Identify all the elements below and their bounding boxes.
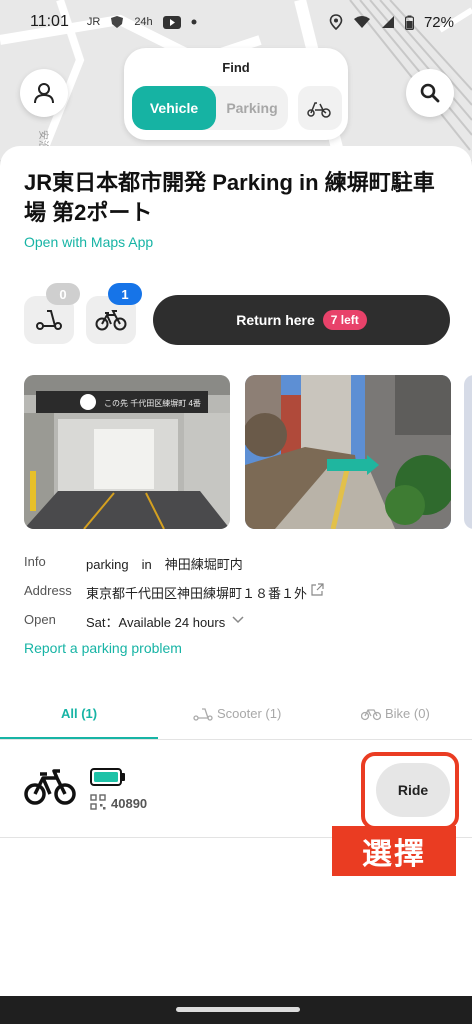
tab-bike[interactable]: Bike (0) bbox=[361, 706, 430, 721]
scooter-count-badge: 0 bbox=[46, 283, 80, 305]
profile-button[interactable] bbox=[20, 69, 68, 117]
garage-sign-text: この先 千代田区練塀町 4番 bbox=[104, 398, 201, 408]
find-title: Find bbox=[222, 60, 250, 75]
chevron-down-icon bbox=[232, 616, 244, 624]
search-button[interactable] bbox=[406, 69, 454, 117]
parking-photo-more[interactable] bbox=[464, 375, 472, 529]
external-link-icon bbox=[311, 583, 324, 596]
tab-scooter-label: Scooter (1) bbox=[217, 706, 282, 721]
bike-count-badge: 1 bbox=[108, 283, 142, 305]
vehicle-tabs: All (1) Scooter (1) Bike (0) bbox=[0, 694, 472, 740]
return-here-label: Return here bbox=[236, 312, 315, 328]
bike-icon bbox=[361, 708, 381, 720]
open-maps-link[interactable]: Open with Maps App bbox=[24, 234, 153, 250]
parking-photo-street[interactable] bbox=[245, 375, 451, 529]
info-value: parking in 神田練堀町内 bbox=[86, 557, 243, 572]
tab-scooter[interactable]: Scooter (1) bbox=[193, 706, 281, 721]
ride-button[interactable]: Ride bbox=[376, 763, 450, 817]
notification-shield-icon bbox=[111, 16, 124, 28]
location-icon bbox=[329, 14, 343, 30]
dot-icon bbox=[191, 19, 197, 25]
tab-all[interactable]: All (1) bbox=[61, 706, 97, 721]
youtube-icon bbox=[162, 15, 181, 29]
wifi-icon bbox=[353, 16, 370, 28]
info-row: Info parking in 神田練堀町内 bbox=[24, 554, 243, 573]
report-problem-link[interactable]: Report a parking problem bbox=[24, 640, 182, 656]
system-navigation-bar bbox=[0, 996, 472, 1024]
signal-icon bbox=[381, 16, 394, 28]
vehicle-tab[interactable]: Vehicle bbox=[132, 86, 216, 130]
scooter-bike-icon bbox=[307, 102, 331, 118]
home-gesture-handle[interactable] bbox=[176, 1007, 300, 1012]
open-label: Open bbox=[24, 612, 56, 627]
scooter-count-button[interactable]: 0 bbox=[24, 283, 80, 344]
tab-all-label: All (1) bbox=[61, 706, 98, 721]
find-mode-toggle: Vehicle Parking bbox=[132, 86, 288, 130]
info-label: Info bbox=[24, 554, 46, 569]
clock: 11:01 bbox=[30, 13, 69, 30]
battery-icon bbox=[404, 15, 414, 30]
vehicle-filter-button[interactable] bbox=[298, 86, 342, 130]
status-bar: 11:01 JR 24h 72% bbox=[0, 0, 472, 44]
notification-jr-icon: JR bbox=[86, 16, 101, 28]
find-panel: Find Vehicle Parking bbox=[124, 48, 348, 140]
scooter-icon bbox=[36, 310, 62, 330]
bike-icon bbox=[95, 310, 127, 331]
bike-icon bbox=[24, 769, 76, 805]
search-icon bbox=[420, 83, 440, 103]
open-hours-row[interactable]: Open Sat：Available 24 hours bbox=[24, 612, 245, 631]
return-here-button[interactable]: Return here 7 left bbox=[153, 295, 450, 345]
parking-photo-garage[interactable]: この先 千代田区練塀町 4番 bbox=[24, 375, 230, 529]
active-tab-indicator bbox=[0, 737, 158, 739]
battery-percentage: 72% bbox=[423, 13, 454, 31]
select-annotation-label: 選擇 bbox=[332, 826, 456, 876]
vehicle-id: 40890 bbox=[111, 796, 148, 811]
parking-tab[interactable]: Parking bbox=[216, 100, 288, 116]
qr-code-icon bbox=[90, 794, 106, 810]
bike-count-button[interactable]: 1 bbox=[86, 283, 142, 344]
scooter-icon bbox=[193, 707, 213, 721]
address-value: 東京都千代田区神田練塀町１８番１外 bbox=[86, 586, 308, 601]
parking-detail-sheet: JR東日本都市開発 Parking in 練塀町駐車場 第2ポート Open w… bbox=[0, 146, 472, 996]
open-value: Sat：Available 24 hours bbox=[86, 615, 226, 630]
battery-full-icon bbox=[90, 768, 125, 786]
notification-24h-icon: 24h bbox=[134, 16, 153, 28]
user-icon bbox=[34, 83, 54, 104]
address-row[interactable]: Address 東京都千代田区神田練塀町１８番１外 bbox=[24, 583, 324, 602]
tab-bike-label: Bike (0) bbox=[385, 706, 430, 721]
slots-left-badge: 7 left bbox=[322, 310, 367, 330]
parking-title: JR東日本都市開発 Parking in 練塀町駐車場 第2ポート bbox=[24, 170, 435, 225]
notification-icons: JR 24h bbox=[87, 15, 197, 29]
address-label: Address bbox=[24, 583, 72, 598]
